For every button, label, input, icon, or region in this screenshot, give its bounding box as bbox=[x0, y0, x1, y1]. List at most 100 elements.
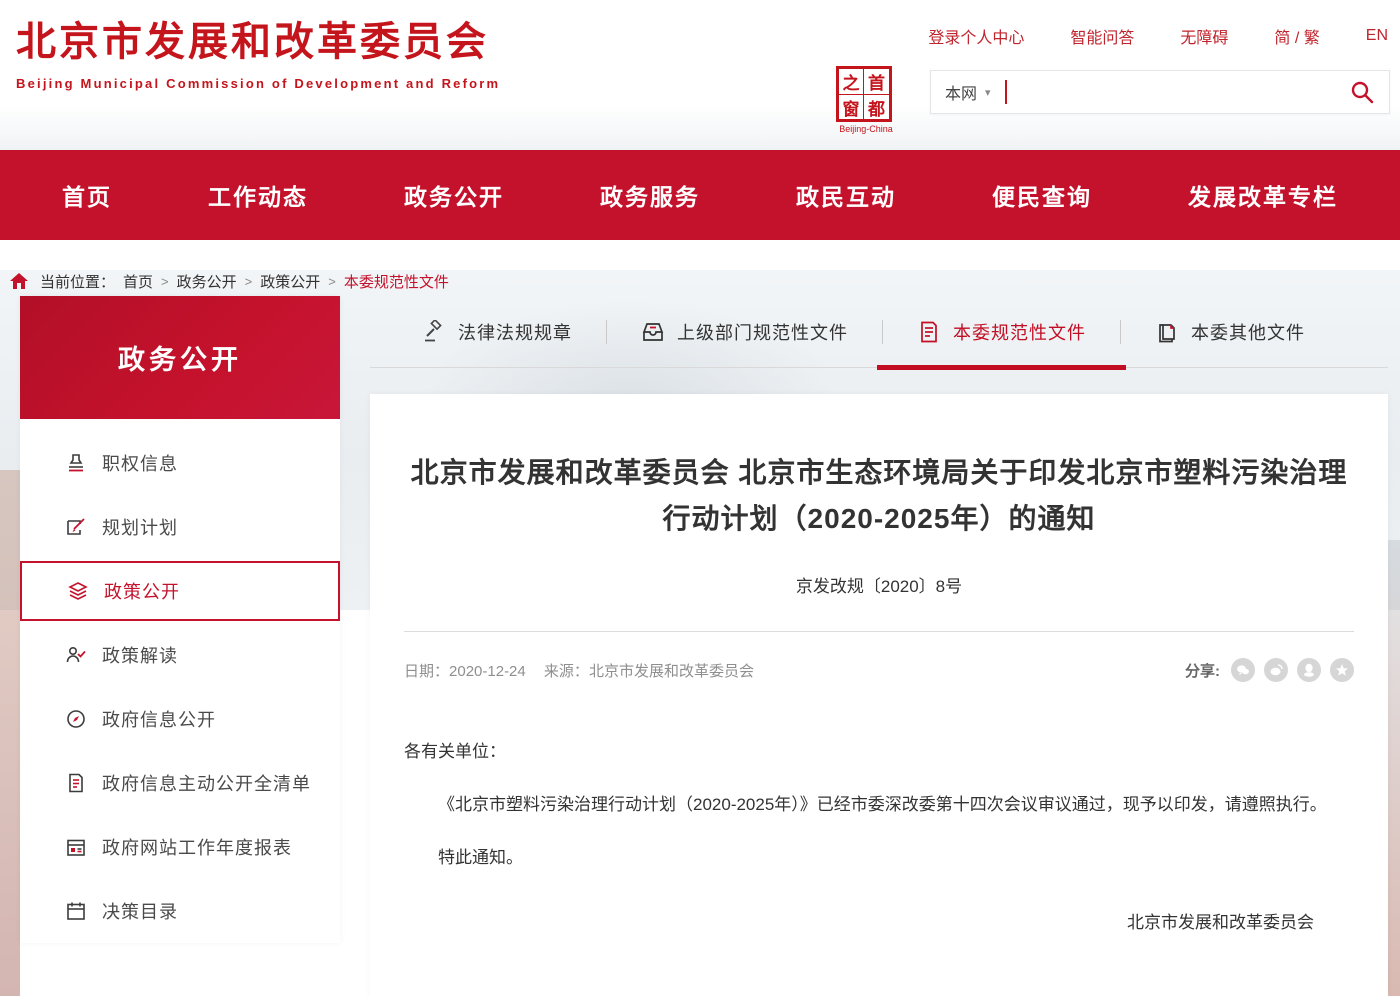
source-label: 来源： bbox=[544, 663, 589, 680]
sidebar-item-label: 政府网站工作年度报表 bbox=[102, 834, 292, 860]
article-meta-row: 日期：2020-12-24 来源：北京市发展和改革委员会 分享: bbox=[400, 658, 1358, 682]
inbox-document-icon bbox=[641, 320, 665, 344]
layers-icon bbox=[66, 579, 90, 603]
breadcrumb-policy-disclosure[interactable]: 政策公开 bbox=[260, 271, 320, 292]
search-icon[interactable] bbox=[1349, 79, 1375, 105]
article-title: 北京市发展和改革委员会 北京市生态环境局关于印发北京市塑料污染治理行动计划（20… bbox=[404, 450, 1354, 542]
english-link[interactable]: EN bbox=[1366, 27, 1388, 45]
catalog-icon bbox=[64, 899, 88, 923]
gavel-icon bbox=[422, 320, 446, 344]
site-search-bar: 本网 ▾ bbox=[930, 70, 1390, 114]
breadcrumb-label: 当前位置： bbox=[40, 271, 115, 292]
tab-superior-normative-documents[interactable]: 上级部门规范性文件 bbox=[607, 296, 882, 367]
favorite-star-icon[interactable] bbox=[1330, 658, 1354, 682]
qq-share-icon[interactable] bbox=[1297, 658, 1321, 682]
tab-label: 法律法规规章 bbox=[458, 319, 572, 345]
nav-item-work-news[interactable]: 工作动态 bbox=[208, 178, 308, 212]
site-title: 北京市发展和改革委员会 bbox=[16, 18, 500, 66]
article-source: 北京市发展和改革委员会 bbox=[589, 663, 754, 680]
calendar-report-icon bbox=[64, 835, 88, 859]
wechat-share-icon[interactable] bbox=[1231, 658, 1255, 682]
seal-icon: 之 首 窗 都 bbox=[836, 66, 892, 122]
capital-window-seal-logo[interactable]: 之 首 窗 都 Beijing-China bbox=[836, 66, 896, 134]
nav-item-home[interactable]: 首页 bbox=[62, 178, 112, 212]
article-panel: 北京市发展和改革委员会 北京市生态环境局关于印发北京市塑料污染治理行动计划（20… bbox=[370, 394, 1388, 996]
nav-item-interaction[interactable]: 政民互动 bbox=[796, 178, 896, 212]
sidebar-item-label: 职权信息 bbox=[102, 450, 178, 476]
paragraph-2: 特此通知。 bbox=[404, 838, 1354, 877]
sidebar-menu: 职权信息 规划计划 bbox=[20, 419, 340, 943]
sidebar-item-label: 政策公开 bbox=[104, 578, 180, 604]
breadcrumb-separator: > bbox=[245, 274, 253, 289]
person-check-icon bbox=[64, 643, 88, 667]
site-subtitle: Beijing Municipal Commission of Developm… bbox=[16, 76, 500, 91]
seal-char: 都 bbox=[864, 95, 889, 120]
sidebar-item-annual-website-report[interactable]: 政府网站工作年度报表 bbox=[20, 815, 340, 879]
tab-label: 本委规范性文件 bbox=[953, 319, 1086, 345]
main-column: 法律法规规章 上级部门规范性文件 bbox=[370, 296, 1388, 996]
weibo-share-icon[interactable] bbox=[1264, 658, 1288, 682]
content-area: 政务公开 职权信息 bbox=[0, 296, 1400, 996]
article-date: 2020-12-24 bbox=[449, 663, 526, 680]
accessibility-link[interactable]: 无障碍 bbox=[1180, 24, 1228, 48]
sidebar-item-policy-disclosure[interactable]: 政策公开 bbox=[20, 561, 340, 621]
sidebar-item-gov-info-disclosure[interactable]: 政府信息公开 bbox=[20, 687, 340, 751]
seal-caption: Beijing-China bbox=[836, 124, 896, 134]
sidebar-item-decision-catalog[interactable]: 决策目录 bbox=[20, 879, 340, 943]
document-category-tabs: 法律法规规章 上级部门规范性文件 bbox=[370, 296, 1388, 368]
compass-icon bbox=[64, 707, 88, 731]
sidebar-item-policy-interpretation[interactable]: 政策解读 bbox=[20, 623, 340, 687]
sidebar-item-label: 政府信息主动公开全清单 bbox=[102, 770, 311, 796]
site-logo[interactable]: 北京市发展和改革委员会 Beijing Municipal Commission… bbox=[16, 18, 500, 91]
sidebar-item-label: 规划计划 bbox=[102, 514, 178, 540]
breadcrumb-current[interactable]: 本委规范性文件 bbox=[344, 271, 449, 292]
breadcrumb-gov-disclosure[interactable]: 政务公开 bbox=[177, 271, 237, 292]
tab-commission-normative-documents[interactable]: 本委规范性文件 bbox=[883, 296, 1120, 367]
divider bbox=[404, 631, 1354, 632]
breadcrumb-separator: > bbox=[328, 274, 336, 289]
nav-item-convenience-query[interactable]: 便民查询 bbox=[992, 178, 1092, 212]
search-scope-dropdown[interactable]: 本网 ▾ bbox=[945, 80, 991, 104]
sidebar: 政务公开 职权信息 bbox=[20, 296, 340, 943]
nav-item-gov-disclosure[interactable]: 政务公开 bbox=[404, 178, 504, 212]
top-utility-links: 登录个人中心 智能问答 无障碍 简 / 繁 EN bbox=[928, 24, 1388, 48]
login-link[interactable]: 登录个人中心 bbox=[928, 24, 1024, 48]
breadcrumb-separator: > bbox=[161, 274, 169, 289]
document-number: 京发改规〔2020〕8号 bbox=[400, 572, 1358, 597]
tab-label: 上级部门规范性文件 bbox=[677, 319, 848, 345]
smart-qa-link[interactable]: 智能问答 bbox=[1070, 24, 1134, 48]
search-scope-label: 本网 bbox=[945, 80, 977, 104]
seal-char: 首 bbox=[864, 69, 889, 95]
sidebar-item-planning[interactable]: 规划计划 bbox=[20, 495, 340, 559]
share-label: 分享: bbox=[1185, 660, 1220, 681]
sidebar-item-proactive-disclosure-list[interactable]: 政府信息主动公开全清单 bbox=[20, 751, 340, 815]
sidebar-title: 政务公开 bbox=[118, 338, 242, 377]
top-header: 北京市发展和改革委员会 Beijing Municipal Commission… bbox=[0, 0, 1400, 150]
tab-label: 本委其他文件 bbox=[1191, 319, 1305, 345]
sidebar-item-label: 政策解读 bbox=[102, 642, 178, 668]
salutation: 各有关单位： bbox=[404, 732, 1354, 771]
sidebar-item-label: 决策目录 bbox=[102, 898, 178, 924]
chevron-down-icon: ▾ bbox=[985, 86, 991, 99]
article-body: 各有关单位： 《北京市塑料污染治理行动计划（2020-2025年）》已经市委深改… bbox=[400, 732, 1358, 942]
nav-item-gov-services[interactable]: 政务服务 bbox=[600, 178, 700, 212]
search-input[interactable] bbox=[1007, 71, 1349, 113]
simplified-traditional-toggle[interactable]: 简 / 繁 bbox=[1274, 24, 1319, 48]
nav-item-reform-column[interactable]: 发展改革专栏 bbox=[1188, 178, 1338, 212]
tab-laws-regulations[interactable]: 法律法规规章 bbox=[388, 296, 606, 367]
files-icon bbox=[1155, 320, 1179, 344]
sidebar-header: 政务公开 bbox=[20, 296, 340, 419]
home-icon[interactable] bbox=[10, 273, 28, 290]
document-lines-icon bbox=[917, 320, 941, 344]
sidebar-item-authority-info[interactable]: 职权信息 bbox=[20, 431, 340, 495]
edit-plan-icon bbox=[64, 515, 88, 539]
breadcrumb: 当前位置： 首页 > 政务公开 > 政策公开 > 本委规范性文件 bbox=[0, 240, 1400, 296]
seal-char: 之 bbox=[839, 69, 864, 95]
sidebar-item-label: 政府信息公开 bbox=[102, 706, 216, 732]
article-meta: 日期：2020-12-24 来源：北京市发展和改革委员会 bbox=[404, 660, 754, 681]
signature: 北京市发展和改革委员会 bbox=[404, 903, 1354, 942]
tab-commission-other-documents[interactable]: 本委其他文件 bbox=[1121, 296, 1339, 367]
breadcrumb-home[interactable]: 首页 bbox=[123, 271, 153, 292]
primary-navigation: 首页 工作动态 政务公开 政务服务 政民互动 便民查询 发展改革专栏 bbox=[0, 150, 1400, 240]
date-label: 日期： bbox=[404, 663, 449, 680]
